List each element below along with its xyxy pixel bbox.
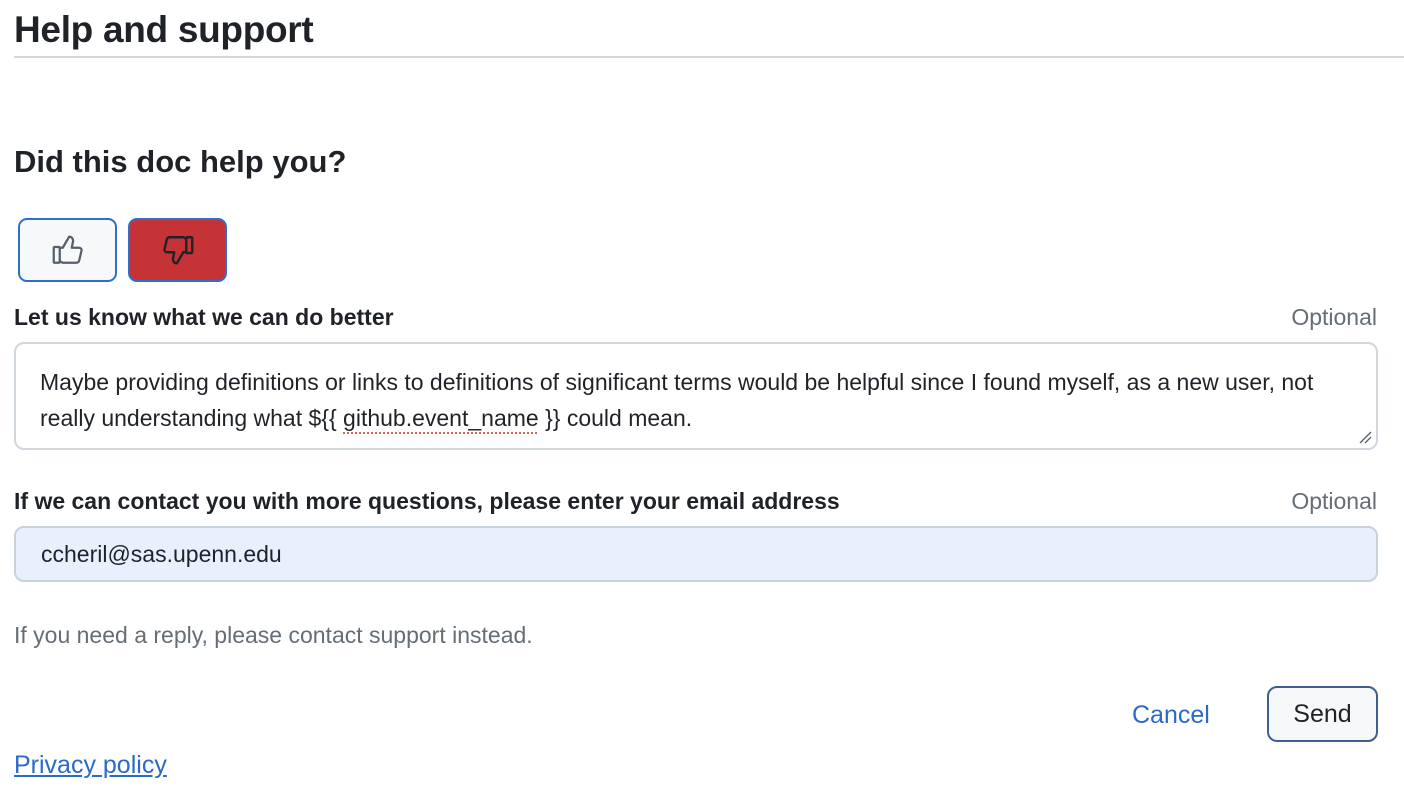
comment-textarea[interactable]: Maybe providing definitions or links to … [14, 342, 1378, 450]
comment-text-part2: }} could mean. [538, 405, 693, 431]
resize-grip-icon[interactable] [1358, 430, 1372, 444]
email-input[interactable]: ccheril@sas.upenn.edu [14, 526, 1378, 582]
cancel-button[interactable]: Cancel [1132, 699, 1210, 731]
comment-label: Let us know what we can do better [14, 304, 394, 330]
privacy-policy-link[interactable]: Privacy policy [14, 749, 167, 781]
reply-note: If you need a reply, please contact supp… [14, 622, 533, 648]
thumbs-up-icon [52, 235, 83, 264]
thumbs-up-button[interactable] [18, 218, 117, 282]
thumbs-down-icon [162, 236, 193, 265]
thumbs-down-button[interactable] [128, 218, 227, 282]
comment-text-misspelled: github.event_name [343, 405, 539, 431]
email-label: If we can contact you with more question… [14, 488, 840, 514]
page-title: Help and support [14, 9, 314, 50]
title-divider [14, 56, 1404, 58]
comment-optional-tag: Optional [1291, 304, 1377, 330]
send-button[interactable]: Send [1267, 686, 1378, 742]
email-optional-tag: Optional [1291, 488, 1377, 514]
feedback-question: Did this doc help you? [14, 144, 347, 179]
